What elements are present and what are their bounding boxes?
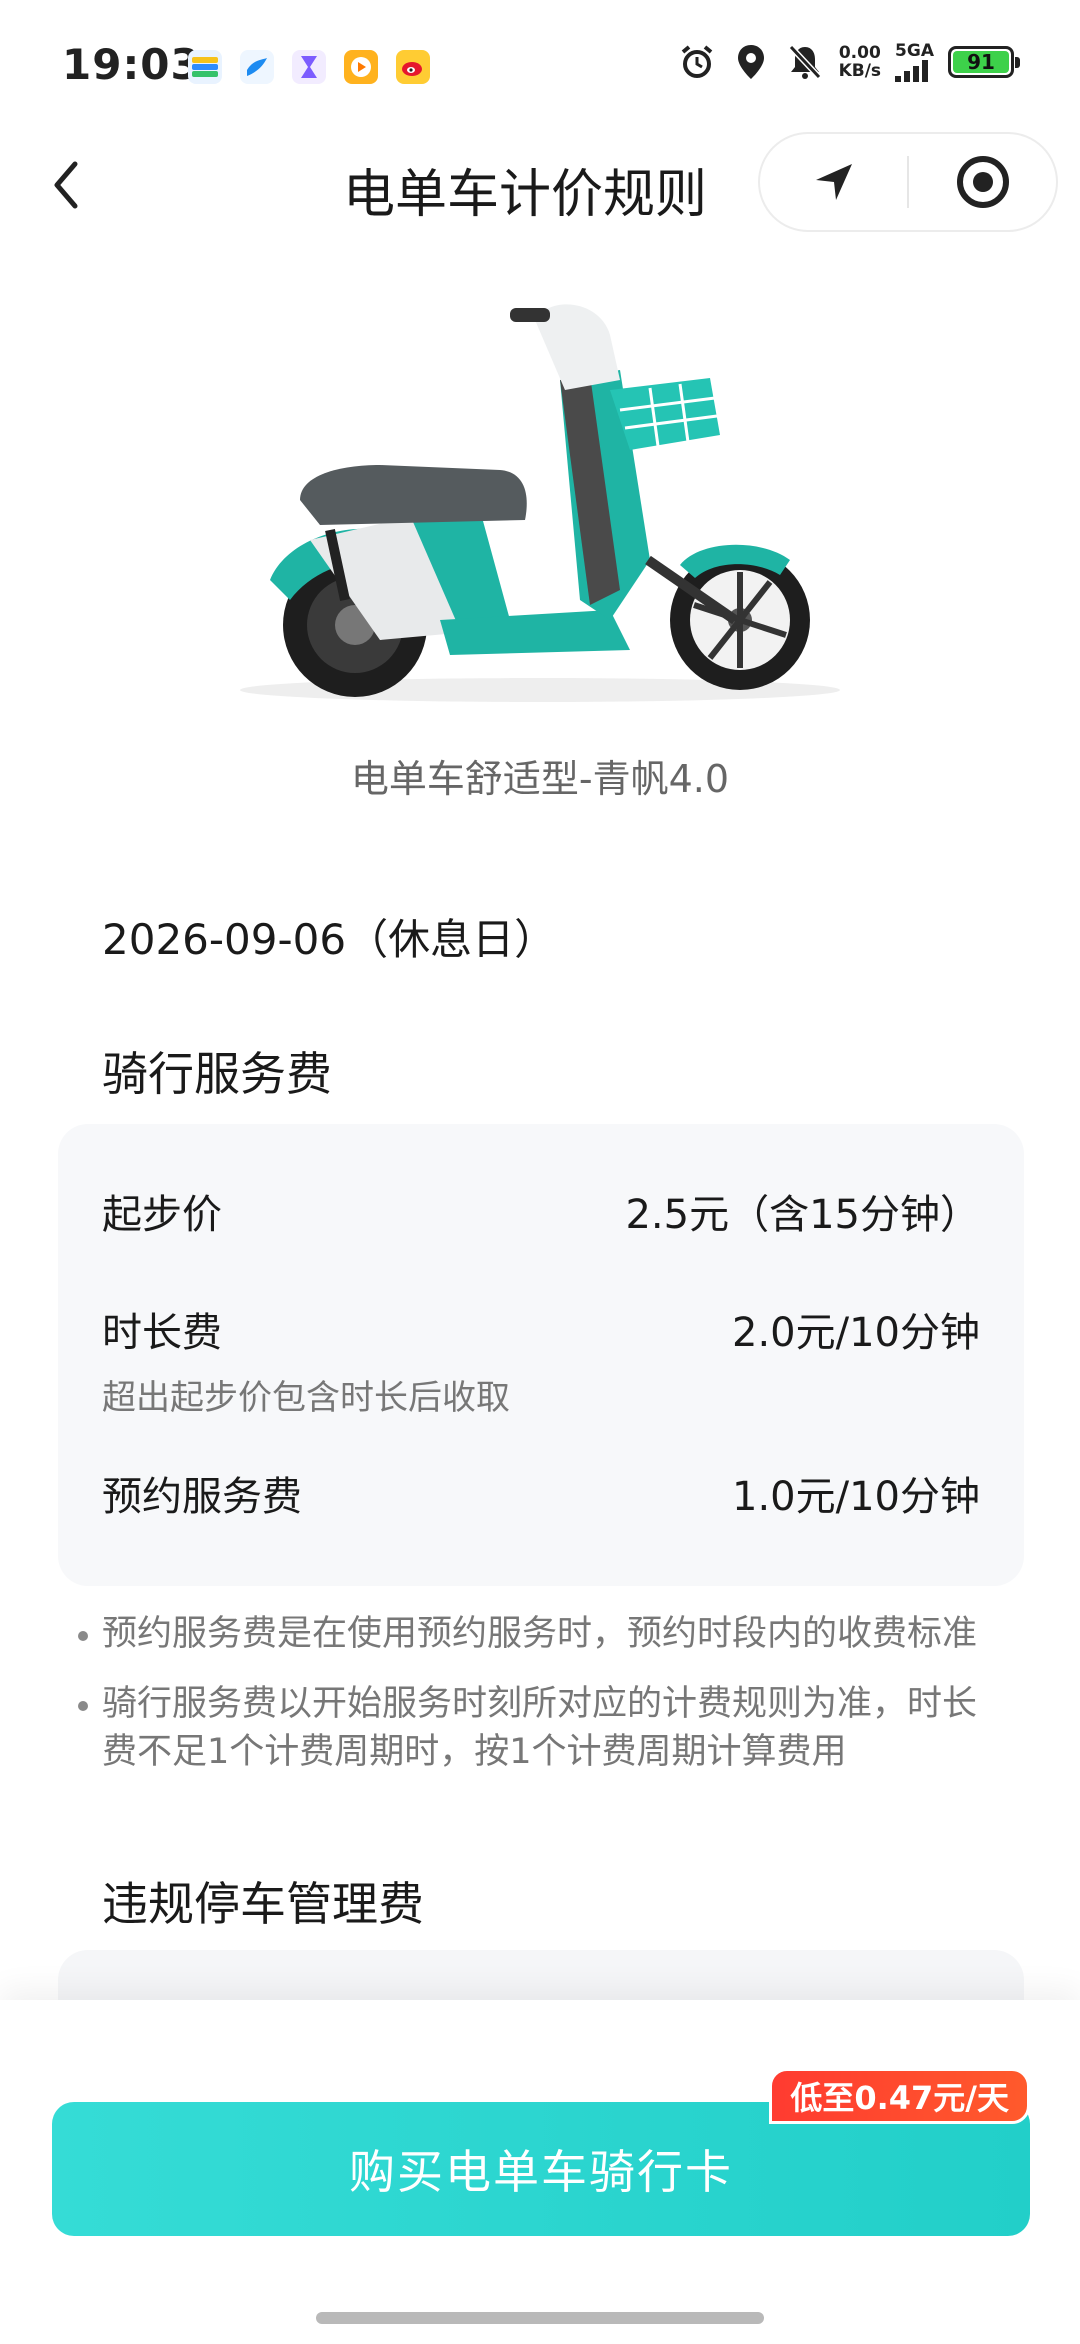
notification-icons: [188, 50, 430, 84]
weibo-icon: [396, 50, 430, 84]
duration-fee-value: 2.0元/10分钟: [732, 1310, 980, 1356]
vehicle-name: 电单车舒适型-青帆4.0: [350, 757, 730, 801]
bottom-bar: 购买电单车骑行卡 低至0.47元/天: [0, 2000, 1080, 2344]
nav-bar: 电单车计价规则: [0, 130, 1080, 240]
promo-badge: 低至0.47元/天: [769, 2068, 1030, 2124]
reservation-fee-row: 预约服务费 1.0元/10分钟: [102, 1464, 980, 1522]
buy-riding-card-label: 购买电单车骑行卡: [349, 2145, 733, 2199]
battery-level: 91: [953, 50, 1009, 74]
alarm-icon: [677, 42, 717, 82]
signal-type-label: 5GA: [895, 40, 934, 61]
start-price-label: 起步价: [102, 1192, 222, 1238]
fee-notes: 预约服务费是在使用预约服务时，预约时段内的收费标准 骑行服务费以开始服务时刻所对…: [76, 1610, 996, 1798]
mute-bell-icon: [785, 42, 825, 82]
network-speed: 0.00 KB/s: [839, 44, 881, 80]
note-item: 骑行服务费以开始服务时刻所对应的计费规则为准，时长费不足1个计费周期时，按1个计…: [76, 1680, 996, 1776]
close-miniprogram-button[interactable]: [909, 134, 1056, 230]
bird-app-icon: [240, 50, 274, 84]
network-speed-value: 0.00: [838, 43, 881, 63]
video-app-icon: [344, 50, 378, 84]
navigation-arrow-icon: [815, 164, 852, 200]
page: 19:03 0.00 KB/s 5GA 91 电单车计价规则 电单车舒适型-青帆…: [0, 0, 1080, 2344]
location-icon: [731, 42, 771, 82]
record-circle-icon: [956, 156, 1009, 208]
wallet-app-icon: [188, 50, 222, 84]
riding-fee-title: 骑行服务费: [102, 1047, 332, 1101]
share-location-button[interactable]: [760, 134, 907, 230]
start-price-row: 起步价 2.5元（含15分钟）: [102, 1182, 980, 1240]
status-right: 0.00 KB/s 5GA 91: [677, 40, 1020, 82]
signal-bars-icon: [895, 59, 929, 82]
reservation-fee-value: 1.0元/10分钟: [732, 1474, 980, 1520]
battery-icon: 91: [948, 46, 1020, 78]
start-price-value: 2.5元（含15分钟）: [625, 1192, 980, 1238]
riding-fee-card: 起步价 2.5元（含15分钟） 时长费 2.0元/10分钟 超出起步价包含时长后…: [58, 1124, 1024, 1586]
pricing-date: 2026-09-06（休息日）: [102, 915, 557, 964]
network-speed-unit: KB/s: [838, 61, 882, 81]
scooter-image: [240, 304, 840, 702]
duration-fee-label: 时长费: [102, 1310, 222, 1356]
cellular-signal: 5GA: [895, 40, 934, 82]
reservation-fee-label: 预约服务费: [102, 1474, 302, 1520]
status-time: 19:03: [62, 40, 201, 89]
home-indicator[interactable]: [316, 2312, 764, 2324]
duration-fee-note: 超出起步价包含时长后收取: [102, 1378, 510, 1418]
note-item: 预约服务费是在使用预约服务时，预约时段内的收费标准: [76, 1610, 996, 1658]
violation-fee-title: 违规停车管理费: [102, 1877, 424, 1931]
miniprogram-capsule: [758, 132, 1058, 232]
status-bar: 19:03 0.00 KB/s 5GA 91: [0, 0, 1080, 130]
duration-fee-row: 时长费 2.0元/10分钟: [102, 1300, 980, 1358]
hourglass-icon: [292, 50, 326, 84]
